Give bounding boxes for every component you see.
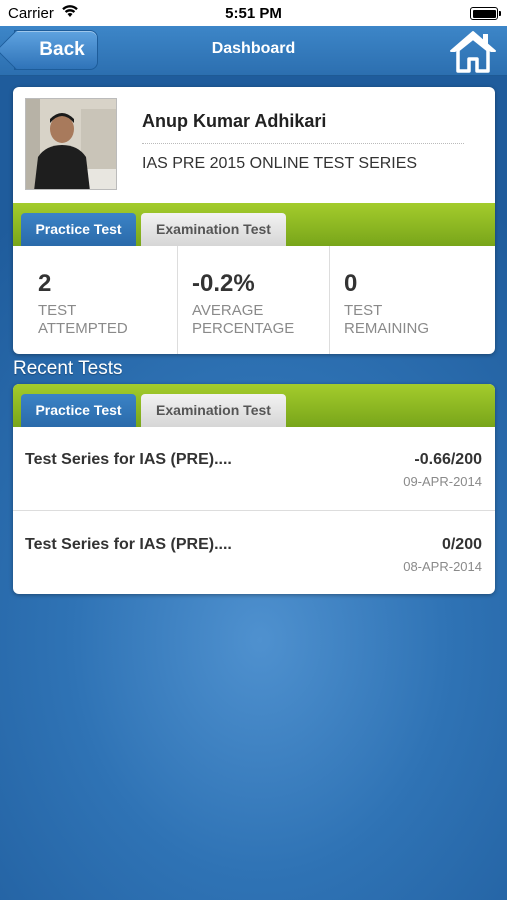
home-icon[interactable] [449, 29, 497, 73]
stat-average-percentage: -0.2% AVERAGE PERCENTAGE [177, 246, 329, 354]
test-date: 08-APR-2014 [403, 559, 482, 574]
tab-examination-test[interactable]: Examination Test [141, 213, 286, 246]
stat-tests-remaining: 0 TEST REMAINING [329, 246, 481, 354]
divider [142, 143, 464, 144]
stat-value: 2 [38, 270, 52, 297]
user-name: Anup Kumar Adhikari [142, 111, 327, 131]
tab-practice-test[interactable]: Practice Test [21, 213, 136, 246]
stats-panel: 2 TEST ATTEMPTED -0.2% AVERAGE PERCENTAGE … [13, 246, 495, 354]
test-name: Test Series for IAS (PRE).... [25, 536, 232, 553]
tab-recent-practice-test[interactable]: Practice Test [21, 394, 136, 427]
stat-value: -0.2% [192, 270, 255, 297]
status-bar: Carrier 5:51 PM [0, 0, 507, 26]
test-row[interactable]: Test Series for IAS (PRE).... -0.66/200 … [13, 427, 495, 511]
avatar [25, 98, 117, 190]
test-date: 09-APR-2014 [403, 474, 482, 489]
clock: 5:51 PM [225, 5, 282, 22]
test-name: Test Series for IAS (PRE).... [25, 451, 232, 468]
profile-card: Anup Kumar Adhikari IAS PRE 2015 ONLINE … [13, 87, 495, 354]
recent-tests-heading: Recent Tests [13, 358, 123, 379]
summary-tab-strip: Practice Test Examination Test [13, 203, 495, 246]
recent-tests-card: Practice Test Examination Test Test Seri… [13, 384, 495, 594]
test-score: -0.66/200 [414, 451, 482, 468]
test-row[interactable]: Test Series for IAS (PRE).... 0/200 08-A… [13, 512, 495, 594]
series-name: IAS PRE 2015 ONLINE TEST SERIES [142, 155, 418, 172]
stat-value: 0 [344, 270, 358, 297]
test-score: 0/200 [441, 536, 482, 553]
stat-tests-attempted: 2 TEST ATTEMPTED [13, 246, 165, 354]
battery-icon [470, 7, 501, 20]
recent-tab-strip: Practice Test Examination Test [13, 384, 495, 427]
stat-label: TEST ATTEMPTED [38, 302, 128, 337]
page-title: Dashboard [211, 40, 296, 57]
stat-label: TEST REMAINING [344, 302, 430, 337]
tab-recent-examination-test[interactable]: Examination Test [141, 394, 286, 427]
nav-bar: Back Dashboard [0, 26, 507, 76]
stat-label: AVERAGE PERCENTAGE [192, 302, 295, 337]
